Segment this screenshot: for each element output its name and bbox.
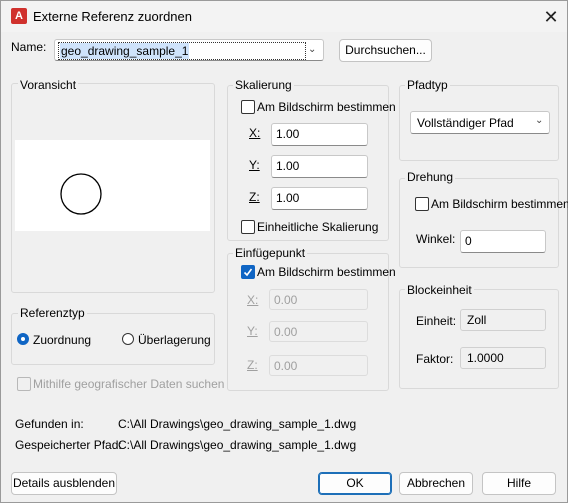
path-type-select[interactable]: Vollständiger Pfad ⌄ [410, 111, 550, 134]
name-combobox[interactable]: geo_drawing_sample_1 ⌄ [54, 39, 324, 61]
scale-z-label: Z: [249, 190, 260, 204]
factor-value: 1.0000 [460, 347, 546, 369]
preview-canvas [15, 140, 210, 231]
scaling-label: Skalierung [233, 78, 294, 92]
uniform-scale-label: Einheitliche Skalierung [257, 220, 379, 234]
chevron-down-icon[interactable]: ⌄ [535, 112, 543, 130]
rotation-onscreen-checkbox[interactable] [415, 197, 429, 211]
name-label: Name: [11, 40, 47, 54]
unit-label: Einheit: [416, 314, 457, 328]
block-unit-label: Blockeinheit [405, 283, 474, 297]
check-icon [243, 268, 253, 277]
block-unit-group [399, 289, 559, 389]
scaling-onscreen-label: Am Bildschirm bestimmen [257, 100, 396, 114]
circle-preview-icon [60, 173, 102, 215]
scaling-onscreen-checkbox[interactable] [241, 100, 255, 114]
geo-data-label: Mithilfe geografischer Daten suchen [33, 377, 225, 391]
overlay-radio[interactable] [122, 333, 134, 345]
geo-data-checkbox[interactable] [17, 377, 31, 391]
found-in-value: C:\All Drawings\geo_drawing_sample_1.dwg [118, 417, 357, 431]
hide-details-button[interactable]: Details ausblenden [11, 472, 117, 495]
dialog: A Externe Referenz zuordnen ✕ Name: geo_… [0, 0, 568, 503]
insert-y-label: Y: [247, 324, 258, 338]
scale-x-input[interactable]: 1.00 [271, 123, 368, 146]
scale-z-input[interactable]: 1.00 [271, 187, 368, 210]
angle-input[interactable]: 0 [460, 230, 546, 253]
saved-path-label: Gespeicherter Pfad: [15, 438, 122, 452]
insert-y-input[interactable]: 0.00 [269, 321, 368, 342]
rotation-onscreen-label: Am Bildschirm bestimmen [431, 197, 568, 211]
rotation-label: Drehung [405, 170, 456, 184]
insertion-onscreen-checkbox[interactable] [241, 265, 255, 279]
scale-x-label: X: [249, 126, 261, 140]
attachment-radio[interactable] [17, 333, 29, 345]
uniform-scale-checkbox[interactable] [241, 220, 255, 234]
insert-z-input[interactable]: 0.00 [269, 355, 368, 376]
scale-y-input[interactable]: 1.00 [271, 155, 368, 178]
angle-label: Winkel: [416, 232, 456, 246]
found-in-label: Gefunden in: [15, 417, 84, 431]
rotation-group [399, 178, 559, 268]
preview-label: Voransicht [18, 78, 79, 92]
path-type-value: Vollständiger Pfad [417, 116, 514, 130]
attachment-label: Zuordnung [33, 333, 92, 347]
reference-type-label: Referenztyp [18, 306, 87, 320]
insert-x-label: X: [247, 293, 259, 307]
cancel-button[interactable]: Abbrechen [399, 472, 473, 495]
scale-y-label: Y: [249, 158, 260, 172]
autocad-app-icon: A [11, 8, 27, 24]
path-type-label: Pfadtyp [405, 78, 450, 92]
saved-path-value: C:\All Drawings\geo_drawing_sample_1.dwg [118, 438, 357, 452]
factor-label: Faktor: [416, 352, 454, 366]
insertion-onscreen-label: Am Bildschirm bestimmen [257, 265, 396, 279]
overlay-label: Überlagerung [138, 333, 211, 347]
insert-x-input[interactable]: 0.00 [269, 289, 368, 310]
unit-value: Zoll [460, 309, 546, 331]
title-bar: A Externe Referenz zuordnen ✕ [1, 1, 567, 32]
chevron-down-icon[interactable]: ⌄ [308, 41, 316, 59]
insert-z-label: Z: [247, 358, 258, 372]
insertion-point-label: Einfügepunkt [233, 246, 308, 260]
name-value: geo_drawing_sample_1 [60, 43, 190, 59]
browse-button[interactable]: Durchsuchen... [339, 39, 432, 62]
window-title: Externe Referenz zuordnen [33, 9, 192, 24]
close-icon[interactable]: ✕ [539, 6, 563, 28]
ok-button[interactable]: OK [318, 472, 392, 495]
help-button[interactable]: Hilfe [482, 472, 556, 495]
